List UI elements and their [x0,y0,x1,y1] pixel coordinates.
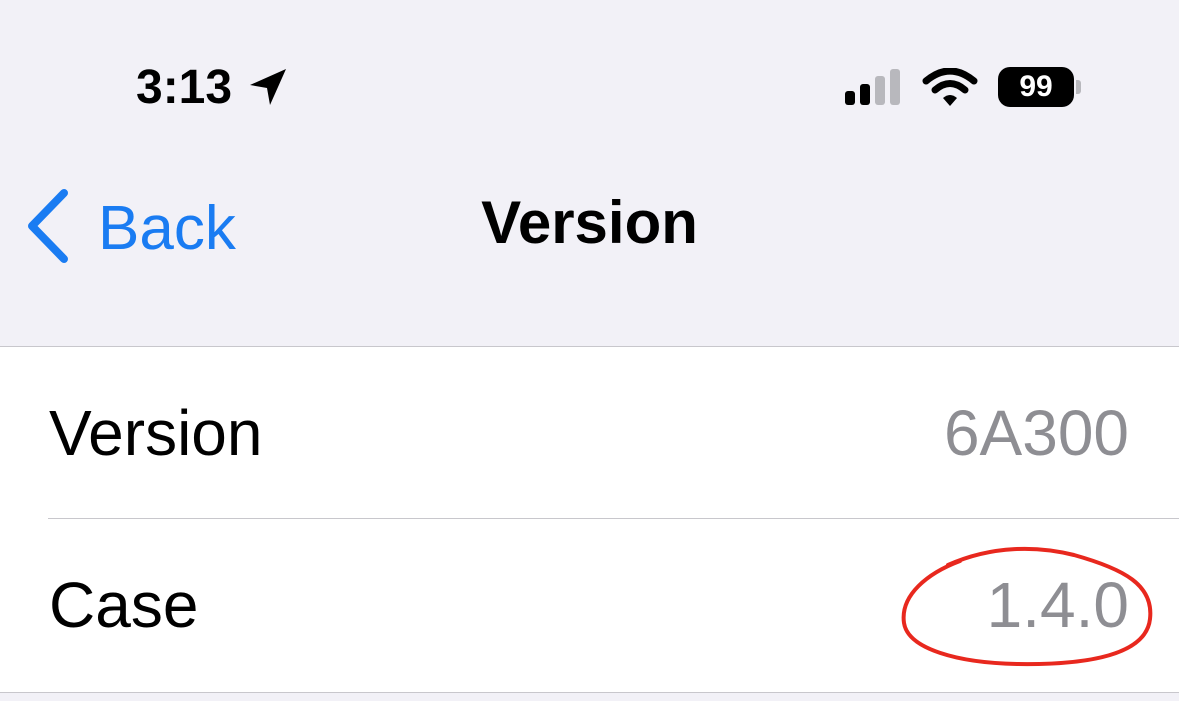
row-value: 6A300 [943,397,1129,469]
page-title: Version [481,189,698,256]
status-bar: 3:13 99 [0,0,1179,130]
location-arrow-icon [248,67,288,112]
battery-tip [1076,80,1081,94]
row-label: Version [49,397,263,469]
status-time: 3:13 [136,61,233,114]
red-circle-annotation [898,543,1160,678]
navigation-bar: Back Version [0,140,1179,346]
battery-level: 99 [998,67,1074,107]
list-bottom-divider [0,692,1179,693]
cellular-signal-icon [845,69,907,110]
row-label: Case [49,569,199,641]
wifi-icon [922,67,978,113]
list-item-version: Version 6A300 [0,347,1179,519]
